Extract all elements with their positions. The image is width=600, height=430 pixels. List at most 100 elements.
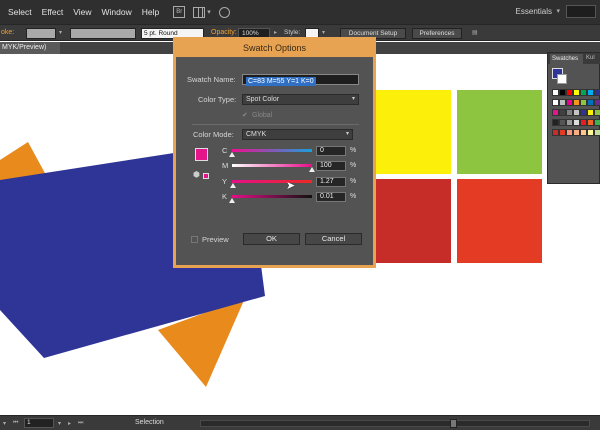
style-label: Style: bbox=[284, 29, 301, 36]
swatch-name-input[interactable]: C=83 M=55 Y=1 K=0 bbox=[242, 74, 359, 86]
menu-view[interactable]: View bbox=[73, 7, 91, 17]
horizontal-scrollbar[interactable] bbox=[200, 420, 590, 427]
chevron-down-icon[interactable]: ▾ bbox=[58, 420, 61, 427]
swatch-cell[interactable] bbox=[587, 129, 594, 136]
swatch-cell[interactable] bbox=[573, 119, 580, 126]
preferences-button[interactable]: Preferences bbox=[412, 28, 462, 39]
page-field[interactable]: 1 bbox=[24, 418, 54, 428]
slider-thumb[interactable] bbox=[229, 198, 235, 203]
swatch-cell[interactable] bbox=[566, 89, 573, 96]
yellow-square[interactable] bbox=[376, 90, 451, 174]
swatch-cell[interactable] bbox=[552, 89, 559, 96]
swatch-cell[interactable] bbox=[552, 129, 559, 136]
slider-thumb[interactable] bbox=[309, 167, 315, 172]
next-page-icon[interactable]: ▸ bbox=[68, 420, 71, 427]
swatch-cell[interactable] bbox=[559, 89, 566, 96]
chevron-down-icon[interactable]: ▾ bbox=[207, 8, 211, 16]
swatch-cell[interactable] bbox=[573, 99, 580, 106]
preview-checkbox[interactable] bbox=[191, 236, 198, 243]
swatch-cell[interactable] bbox=[587, 119, 594, 126]
status-tool-label[interactable]: Selection bbox=[135, 419, 164, 426]
channel-k-value-field[interactable]: 0.01 bbox=[316, 192, 346, 202]
preview-label: Preview bbox=[202, 235, 229, 244]
percent-unit-label: % bbox=[350, 193, 357, 200]
gpu-performance-icon[interactable] bbox=[218, 6, 230, 18]
swatch-cell[interactable] bbox=[559, 109, 566, 116]
arrange-documents-icon[interactable] bbox=[193, 6, 206, 18]
arrange-icon[interactable]: ▤ bbox=[472, 29, 478, 36]
tab-swatches[interactable]: Swatches bbox=[550, 54, 583, 64]
tab-kuler[interactable]: Kul bbox=[586, 55, 595, 61]
stroke-weight-field[interactable] bbox=[26, 28, 56, 39]
slider-thumb[interactable] bbox=[230, 183, 236, 188]
swatch-cell[interactable] bbox=[552, 99, 559, 106]
gamut-swatch[interactable] bbox=[203, 173, 209, 179]
green-square[interactable] bbox=[457, 90, 542, 174]
chevron-down-icon[interactable]: ▾ bbox=[59, 29, 62, 36]
swatch-cell[interactable] bbox=[594, 129, 600, 136]
swatch-cell[interactable] bbox=[552, 109, 559, 116]
opacity-label[interactable]: Opacity: bbox=[211, 29, 237, 36]
swatch-cell[interactable] bbox=[587, 89, 594, 96]
channel-k-slider[interactable] bbox=[232, 195, 312, 198]
global-check-icon[interactable]: ✔ bbox=[242, 111, 248, 119]
color-mode-select[interactable]: CMYK ▾ bbox=[242, 129, 353, 140]
chevron-right-icon[interactable]: ▸ bbox=[274, 29, 277, 36]
swatch-cell[interactable] bbox=[573, 109, 580, 116]
menu-window[interactable]: Window bbox=[101, 7, 131, 17]
workspace-switcher[interactable]: Essentials bbox=[516, 7, 552, 16]
swatch-cell[interactable] bbox=[594, 119, 600, 126]
swatch-cell[interactable] bbox=[552, 119, 559, 126]
channel-m-slider[interactable] bbox=[232, 164, 312, 167]
swatch-cell[interactable] bbox=[594, 99, 600, 106]
swatch-cell[interactable] bbox=[566, 129, 573, 136]
channel-c-value-field[interactable]: 0 bbox=[316, 146, 346, 156]
swatch-cell[interactable] bbox=[580, 119, 587, 126]
swatch-cell[interactable] bbox=[594, 89, 600, 96]
last-page-icon[interactable]: ⏭ bbox=[78, 420, 83, 427]
percent-unit-label: % bbox=[350, 162, 357, 169]
swatch-cell[interactable] bbox=[559, 99, 566, 106]
menu-effect[interactable]: Effect bbox=[42, 7, 64, 17]
channel-c-slider[interactable] bbox=[232, 149, 312, 152]
swatch-cell[interactable] bbox=[580, 99, 587, 106]
menu-select[interactable]: Select bbox=[8, 7, 32, 17]
swatch-cell[interactable] bbox=[594, 109, 600, 116]
first-page-icon[interactable]: ⏮ bbox=[13, 420, 18, 427]
out-of-gamut-cube-icon[interactable]: ⬢ bbox=[193, 170, 200, 179]
swatches-panel-tabs: Swatches Kul bbox=[548, 53, 600, 64]
channel-m-value-field[interactable]: 100 bbox=[316, 161, 346, 171]
bridge-icon[interactable]: Br bbox=[173, 6, 186, 18]
swatch-cell[interactable] bbox=[587, 99, 594, 106]
swatch-cell[interactable] bbox=[580, 109, 587, 116]
swatch-cell[interactable] bbox=[580, 129, 587, 136]
channel-y-slider[interactable] bbox=[232, 180, 312, 183]
slider-thumb[interactable] bbox=[229, 152, 235, 157]
document-tab[interactable]: MYK/Preview) bbox=[0, 42, 60, 54]
color-type-select[interactable]: Spot Color ▾ bbox=[242, 94, 359, 105]
swatch-cell[interactable] bbox=[559, 119, 566, 126]
swatch-cell[interactable] bbox=[566, 119, 573, 126]
swatch-cell[interactable] bbox=[573, 89, 580, 96]
stroke-label[interactable]: oke: bbox=[1, 29, 14, 36]
chevron-down-icon[interactable]: ▾ bbox=[556, 7, 560, 15]
menu-help[interactable]: Help bbox=[142, 7, 159, 17]
swatch-cell[interactable] bbox=[566, 109, 573, 116]
stroke-swatch[interactable] bbox=[557, 74, 567, 84]
dark-red-square[interactable] bbox=[376, 179, 451, 263]
swatch-cell[interactable] bbox=[559, 129, 566, 136]
ok-button[interactable]: OK bbox=[243, 233, 300, 245]
search-input[interactable] bbox=[566, 5, 596, 18]
global-label: Global bbox=[252, 112, 273, 119]
chevron-down-icon[interactable]: ▾ bbox=[322, 29, 325, 36]
swatch-cell[interactable] bbox=[587, 109, 594, 116]
swatch-cell[interactable] bbox=[573, 129, 580, 136]
channel-y-value-field[interactable]: 1.27 bbox=[316, 177, 346, 187]
variable-width-profile[interactable] bbox=[70, 28, 136, 39]
swatch-cell[interactable] bbox=[566, 99, 573, 106]
scrollbar-thumb[interactable] bbox=[450, 419, 457, 428]
cancel-button[interactable]: Cancel bbox=[305, 233, 362, 245]
chevron-down-icon[interactable]: ▾ bbox=[3, 420, 6, 427]
red-square[interactable] bbox=[457, 179, 542, 263]
swatch-cell[interactable] bbox=[580, 89, 587, 96]
